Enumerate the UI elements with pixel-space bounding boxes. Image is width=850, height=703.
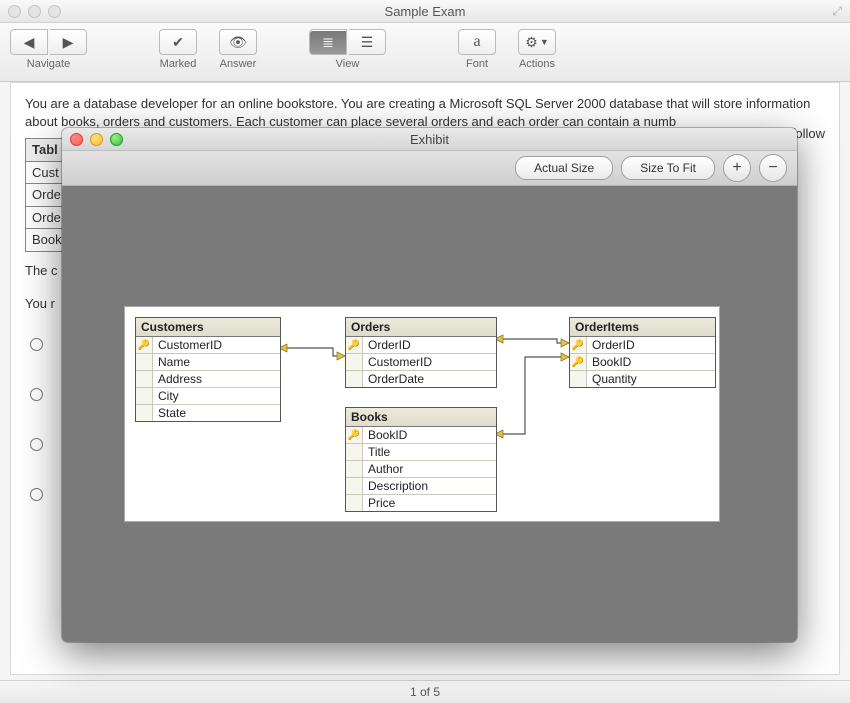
list-icon: ≣ [322,34,334,51]
radio-input[interactable] [30,388,43,401]
actions-group: ⚙▼ Actions [518,29,556,70]
table-customers[interactable]: Customers 🔑CustomerID Name Address City … [135,317,281,422]
main-window: Sample Exam ⤢ ◀ ▶ Navigate ✔ Marked 👁 An… [0,0,850,703]
triangle-left-icon: ◀ [24,34,35,51]
main-toolbar: ◀ ▶ Navigate ✔ Marked 👁 Answer ≣ ☰ View … [0,23,850,82]
exhibit-minimize-button[interactable] [90,133,103,146]
column-name: BookID [587,354,715,370]
view-single-button[interactable]: ≣ [309,29,347,55]
zoom-in-button[interactable]: + [723,154,751,182]
main-title: Sample Exam [385,4,466,19]
prev-button[interactable]: ◀ [10,29,48,55]
navigate-group: ◀ ▶ Navigate [10,29,87,70]
radio-input[interactable] [30,338,43,351]
radio-input[interactable] [30,438,43,451]
column-name: Address [153,371,280,387]
column-name: Description [363,478,496,494]
actions-label: Actions [519,58,555,70]
table-orders[interactable]: Orders 🔑OrderID CustomerID OrderDate [345,317,497,388]
column-name: Price [363,495,496,511]
view-label: View [336,58,360,70]
size-to-fit-button[interactable]: Size To Fit [621,156,715,180]
column-name: City [153,388,280,404]
navigate-label: Navigate [27,58,70,70]
next-button[interactable]: ▶ [50,29,87,55]
exhibit-window: Exhibit Actual Size Size To Fit + − [62,128,797,642]
column-name: Title [363,444,496,460]
close-dot[interactable] [8,5,21,18]
column-name: Quantity [587,371,715,387]
view-split-button[interactable]: ☰ [349,29,386,55]
table-orderitems[interactable]: OrderItems 🔑OrderID 🔑BookID Quantity [569,317,716,388]
exhibit-titlebar: Exhibit [62,128,797,151]
table-books[interactable]: Books 🔑BookID Title Author Description P… [345,407,497,512]
column-name: OrderID [587,337,715,353]
font-group: a Font [458,29,496,70]
column-name: Name [153,354,280,370]
exhibit-title: Exhibit [410,132,449,147]
marked-label: Marked [160,58,197,70]
marked-button[interactable]: ✔ [159,29,197,55]
gear-icon: ⚙ [525,34,538,51]
main-traffic-lights [8,5,61,18]
exhibit-zoom-button[interactable] [110,133,123,146]
column-name: OrderDate [363,371,496,387]
table-orders-header: Orders [346,318,496,337]
eye-icon: 👁 [229,34,247,51]
exhibit-traffic-lights [70,133,123,146]
answer-group: 👁 Answer [219,29,257,70]
key-icon: 🔑 [572,357,584,368]
font-button[interactable]: a [458,29,496,55]
minimize-dot[interactable] [28,5,41,18]
chevron-down-icon: ▼ [540,37,549,47]
column-name: CustomerID [153,337,280,353]
key-icon: 🔑 [348,340,360,351]
actions-button[interactable]: ⚙▼ [518,29,556,55]
exhibit-close-button[interactable] [70,133,83,146]
marked-group: ✔ Marked [159,29,197,70]
column-name: Author [363,461,496,477]
triangle-right-icon: ▶ [63,34,74,51]
zoom-dot[interactable] [48,5,61,18]
exhibit-toolbar: Actual Size Size To Fit + − [62,151,797,186]
radio-input[interactable] [30,488,43,501]
column-name: State [153,405,280,421]
key-icon: 🔑 [138,340,150,351]
answer-label: Answer [220,58,257,70]
table-customers-header: Customers [136,318,280,337]
column-name: OrderID [363,337,496,353]
columns-icon: ☰ [361,34,374,51]
view-group: ≣ ☰ View [309,29,386,70]
table-orderitems-header: OrderItems [570,318,715,337]
answer-button[interactable]: 👁 [219,29,257,55]
fullscreen-icon[interactable]: ⤢ [832,4,842,19]
key-icon: 🔑 [572,340,584,351]
statusbar: 1 of 5 [0,680,850,703]
table-books-header: Books [346,408,496,427]
page-indicator: 1 of 5 [410,685,440,699]
column-name: CustomerID [363,354,496,370]
diagram-canvas: Customers 🔑CustomerID Name Address City … [124,306,720,522]
check-icon: ✔ [172,34,184,51]
column-name: BookID [363,427,496,443]
zoom-out-button[interactable]: − [759,154,787,182]
font-label: Font [466,58,488,70]
question-text: You are a database developer for an onli… [25,95,825,130]
actual-size-button[interactable]: Actual Size [515,156,613,180]
key-icon: 🔑 [348,430,360,441]
main-titlebar: Sample Exam ⤢ [0,0,850,23]
